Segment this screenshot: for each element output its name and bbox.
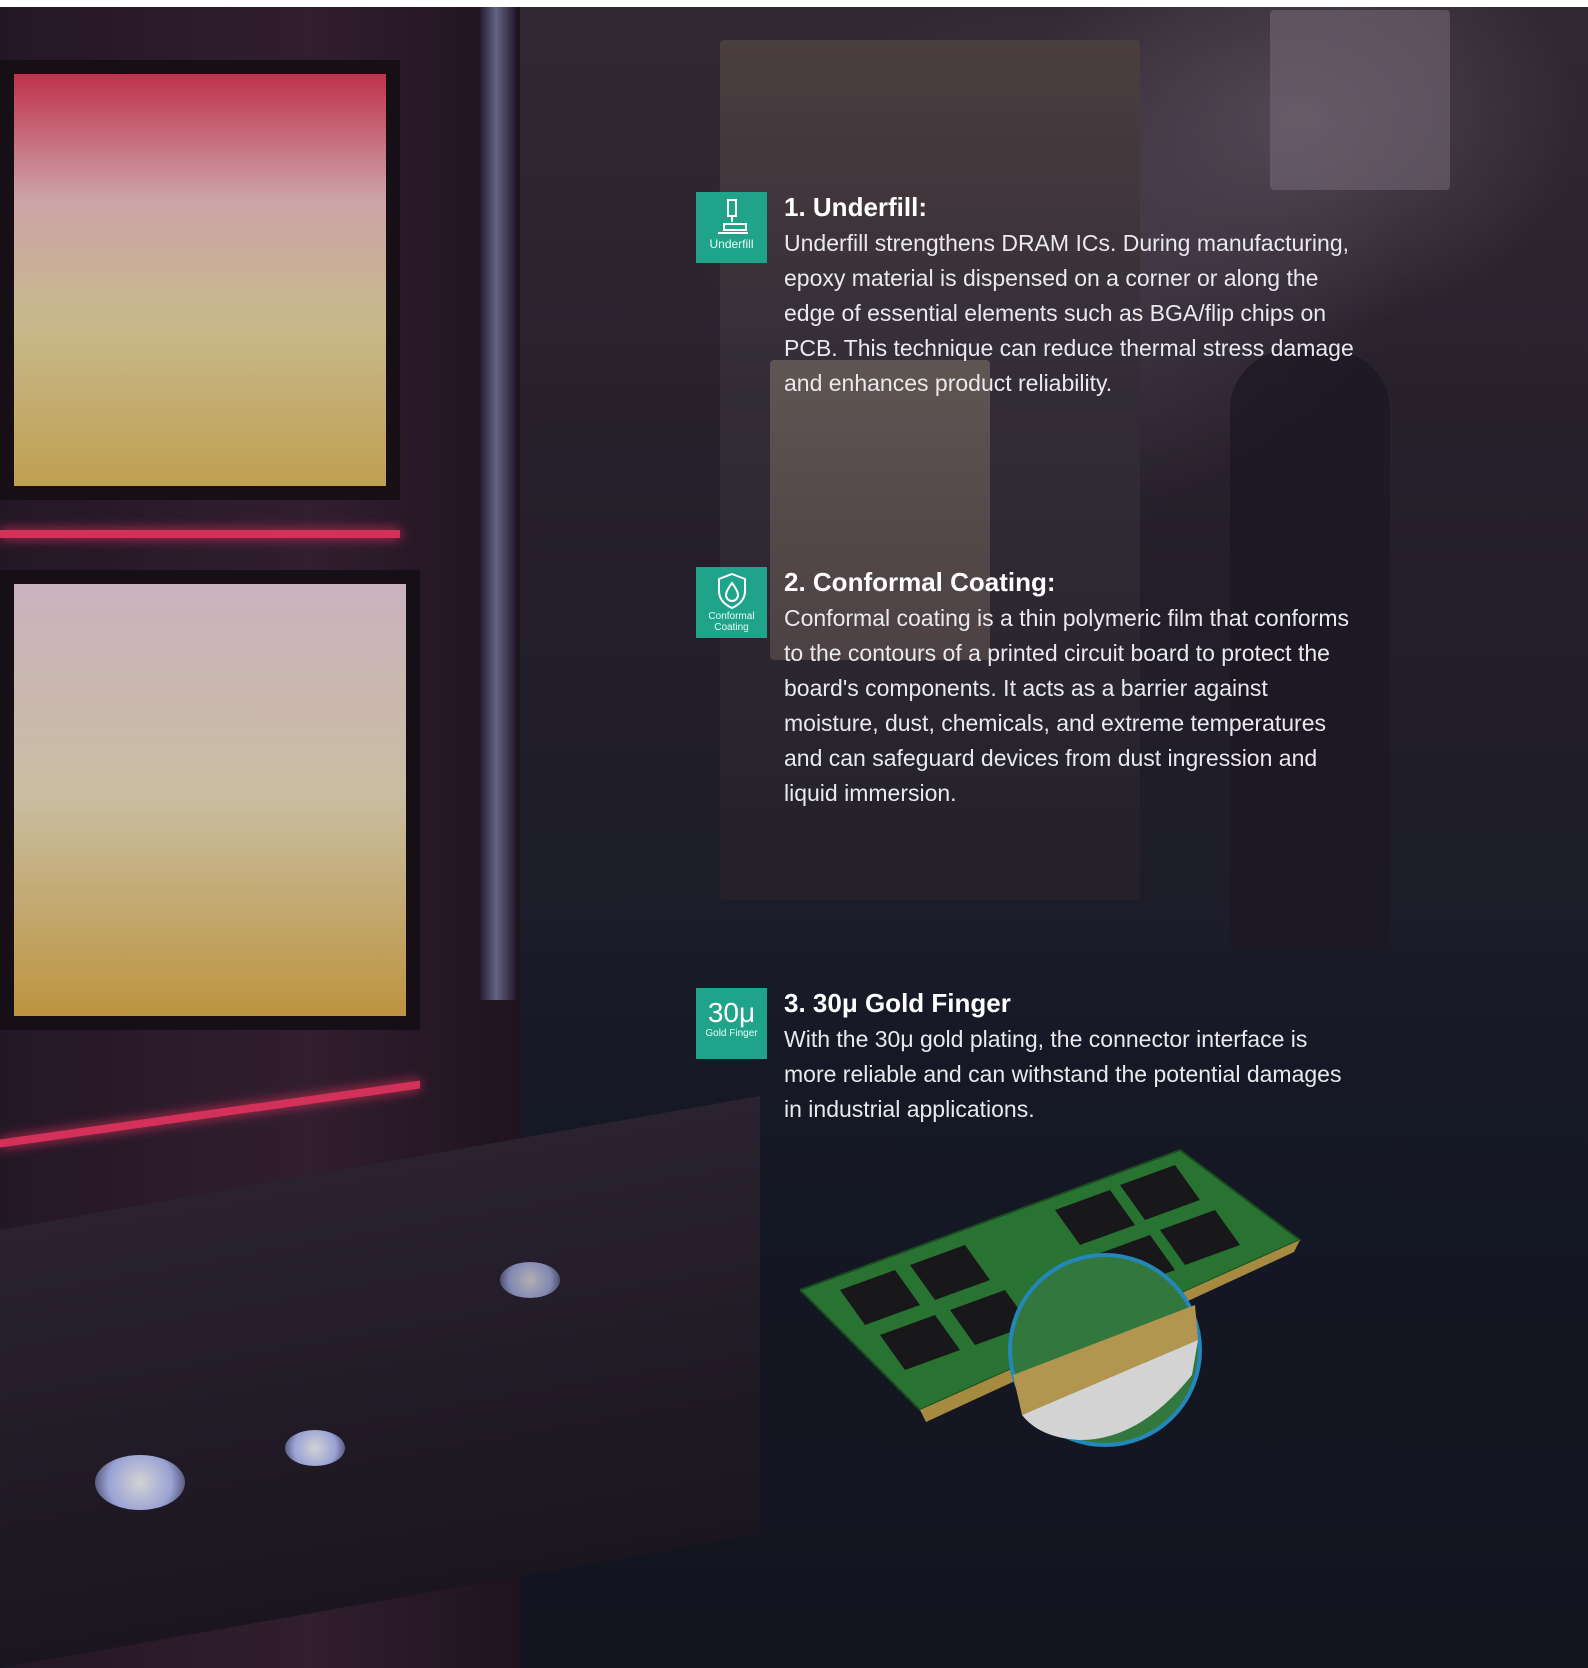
feature-gold-finger: 30μ Gold Finger 3. 30μ Gold Finger With …	[696, 988, 1376, 1128]
ram-gold-contacts	[920, 1240, 1300, 1422]
zoom-lens	[1008, 1253, 1202, 1447]
slot-button-light	[285, 1430, 345, 1466]
slot-button-light	[500, 1262, 560, 1298]
feature-conformal-coating: Conformal Coating 2. Conformal Coating: …	[696, 567, 1376, 817]
zoom-gold-finger	[1013, 1305, 1198, 1415]
slot-button-deck	[0, 1095, 760, 1668]
badge-value: 30μ	[707, 997, 756, 1028]
page-top-border	[0, 0, 1588, 7]
badge-gold-finger: 30μ Gold Finger	[696, 988, 767, 1059]
shield-drop-icon	[717, 572, 746, 610]
feature-underfill: Underfill 1. Underfill: Underfill streng…	[696, 192, 1376, 412]
foreground-slot-machine	[0, 0, 760, 1668]
badge-label: Underfill	[709, 237, 754, 251]
badge-label-line2: Coating	[714, 622, 749, 633]
slot-screen-top	[0, 60, 400, 500]
syringe-chip-icon	[717, 199, 748, 234]
feature-description: Underfill strengthens DRAM ICs. During m…	[784, 230, 1354, 396]
ram-module-image	[800, 1148, 1302, 1447]
background-sign	[1270, 10, 1450, 190]
feature-description: Conformal coating is a thin polymeric fi…	[784, 605, 1349, 806]
badge-underfill: Underfill	[696, 192, 767, 263]
badge-label: Gold Finger	[705, 1028, 758, 1039]
feature-title: 2. Conformal Coating:	[784, 567, 1056, 597]
slot-button-light	[95, 1455, 185, 1510]
feature-title: 3. 30μ Gold Finger	[784, 988, 1011, 1018]
feature-title: 1. Underfill:	[784, 192, 928, 222]
ram-chips	[840, 1165, 1240, 1370]
ram-pcb	[800, 1148, 1302, 1412]
badge-conformal-coating: Conformal Coating	[696, 567, 767, 638]
badge-label-line1: Conformal	[708, 611, 755, 622]
slot-screen-bottom	[0, 570, 420, 1030]
feature-description: With the 30μ gold plating, the connector…	[784, 1026, 1342, 1122]
